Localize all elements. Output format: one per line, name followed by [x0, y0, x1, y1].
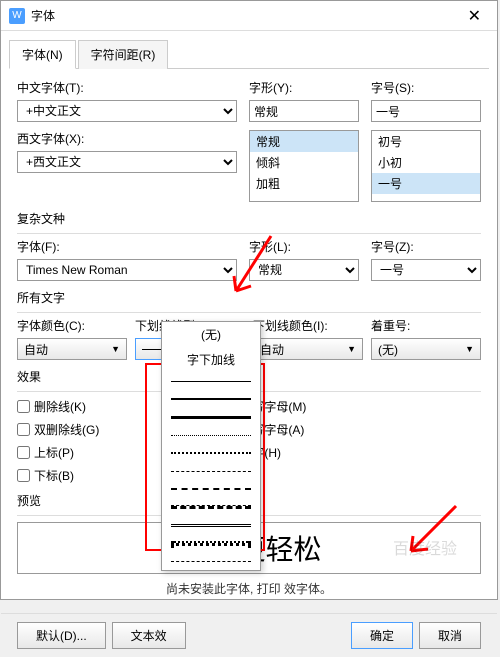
size-listbox[interactable]: 初号 小初 一号: [371, 130, 481, 202]
font-color-dropdown[interactable]: 自动▼: [17, 338, 127, 360]
titlebar: W 字体 ✕: [1, 1, 497, 31]
list-item[interactable]: 常规: [250, 131, 358, 152]
underline-color-label: 下划线颜色(I):: [253, 317, 363, 334]
tab-bar: 字体(N) 字符间距(R): [9, 39, 489, 69]
menu-item-none[interactable]: (无): [162, 322, 260, 347]
window-title: 字体: [31, 7, 460, 24]
default-button[interactable]: 默认(D)...: [17, 622, 106, 649]
check-superscript[interactable]: 上标(P): [17, 444, 99, 461]
cn-font-label: 中文字体(T):: [17, 79, 237, 96]
menu-item-line[interactable]: [162, 372, 260, 390]
underline-color-dropdown[interactable]: 自动▼: [253, 338, 363, 360]
complex-font-label: 字体(F):: [17, 238, 237, 255]
style-label: 字形(Y):: [249, 79, 359, 96]
check-subscript[interactable]: 下标(B): [17, 467, 99, 484]
cancel-button[interactable]: 取消: [419, 622, 481, 649]
size-input[interactable]: [371, 100, 481, 122]
complex-section-title: 复杂文种: [17, 210, 481, 227]
divider: [17, 233, 481, 234]
cn-font-select[interactable]: +中文正文: [17, 100, 237, 122]
menu-item-line[interactable]: [162, 498, 260, 516]
menu-item-line[interactable]: [162, 426, 260, 444]
chevron-down-icon: ▼: [111, 344, 120, 354]
menu-item-line[interactable]: [162, 390, 260, 408]
font-dialog: W 字体 ✕ 字体(N) 字符间距(R) 中文字体(T): +中文正文 字形(Y…: [0, 0, 498, 600]
list-item[interactable]: 倾斜: [250, 152, 358, 173]
style-input[interactable]: [249, 100, 359, 122]
text-effect-button[interactable]: 文本效: [112, 622, 186, 649]
menu-item-line[interactable]: [162, 480, 260, 498]
emphasis-label: 着重号:: [371, 317, 481, 334]
style-listbox[interactable]: 常规 倾斜 加粗: [249, 130, 359, 202]
complex-size-label: 字号(Z):: [371, 238, 481, 255]
chevron-down-icon: ▼: [347, 344, 356, 354]
complex-font-select[interactable]: Times New Roman: [17, 259, 237, 281]
tab-spacing[interactable]: 字符间距(R): [78, 40, 169, 69]
list-item[interactable]: 一号: [372, 173, 480, 194]
divider: [17, 312, 481, 313]
complex-style-select[interactable]: 常规: [249, 259, 359, 281]
ok-button[interactable]: 确定: [351, 622, 413, 649]
menu-item-line[interactable]: [162, 462, 260, 480]
list-item[interactable]: 加粗: [250, 173, 358, 194]
underline-dropdown-menu[interactable]: (无) 字下加线: [161, 321, 261, 571]
west-font-label: 西文字体(X):: [17, 130, 237, 147]
list-item[interactable]: 小初: [372, 152, 480, 173]
menu-item-line[interactable]: [162, 552, 260, 570]
font-color-label: 字体颜色(C):: [17, 317, 127, 334]
button-bar: 默认(D)... 文本效 确定 取消: [1, 613, 497, 657]
menu-item-words[interactable]: 字下加线: [162, 347, 260, 372]
complex-size-select[interactable]: 一号: [371, 259, 481, 281]
font-note: 尚未安装此字体, 打印 效字体。: [17, 580, 481, 597]
all-text-title: 所有文字: [17, 289, 481, 306]
chevron-down-icon: ▼: [465, 344, 474, 354]
size-label: 字号(S):: [371, 79, 481, 96]
tab-font[interactable]: 字体(N): [9, 40, 76, 69]
list-item[interactable]: 初号: [372, 131, 480, 152]
menu-item-line[interactable]: [162, 408, 260, 426]
check-strikethrough[interactable]: 删除线(K): [17, 398, 99, 415]
close-icon[interactable]: ✕: [460, 4, 489, 28]
west-font-select[interactable]: +西文正文: [17, 151, 237, 173]
complex-style-label: 字形(L):: [249, 238, 359, 255]
app-icon: W: [9, 8, 25, 24]
menu-item-line[interactable]: [162, 444, 260, 462]
check-double-strike[interactable]: 双删除线(G): [17, 421, 99, 438]
menu-item-line[interactable]: [162, 516, 260, 534]
menu-item-line[interactable]: [162, 534, 260, 552]
emphasis-dropdown[interactable]: (无)▼: [371, 338, 481, 360]
